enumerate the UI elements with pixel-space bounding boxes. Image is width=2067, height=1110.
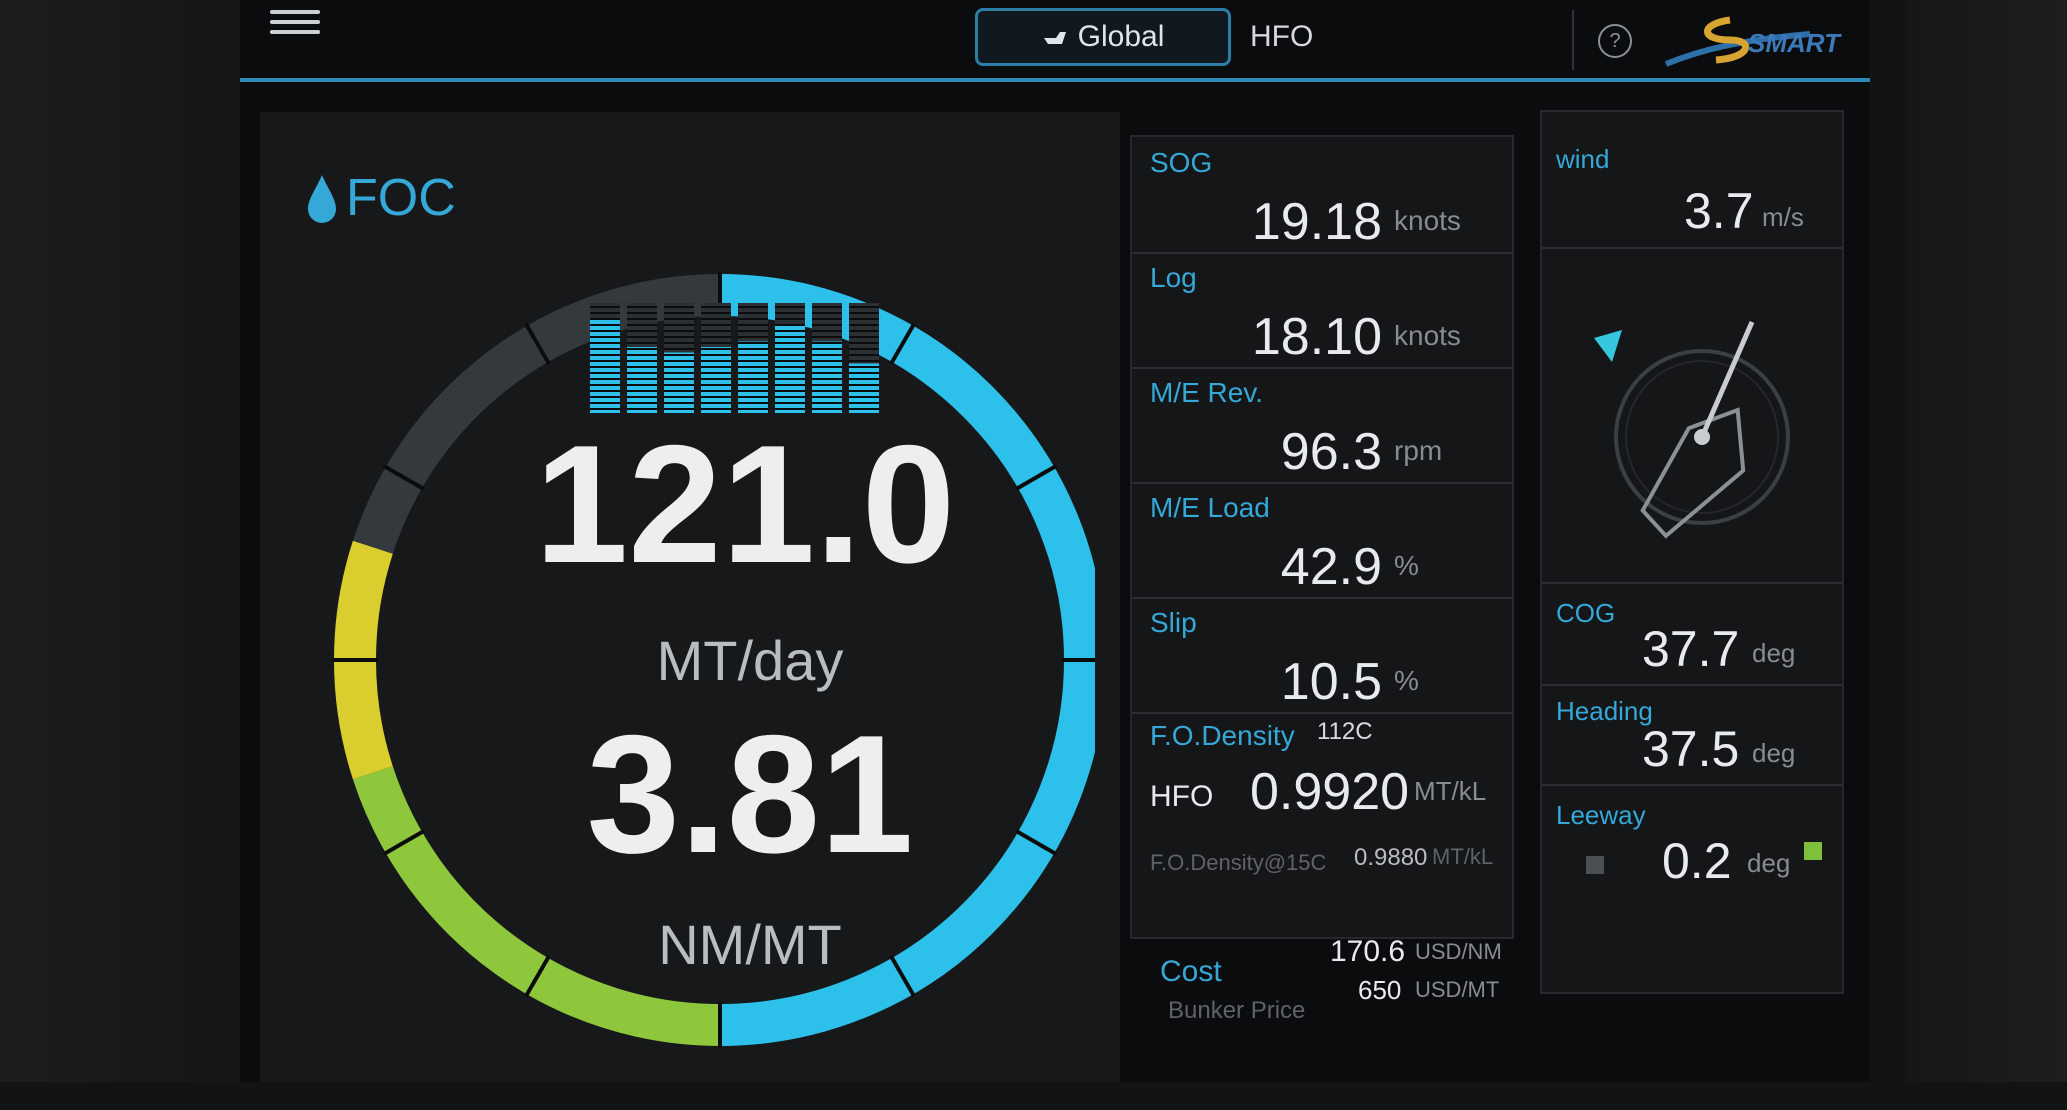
cog-unit: deg [1752, 638, 1796, 668]
metric-unit: knots [1394, 320, 1461, 351]
heading-row: Heading 37.5 deg [1542, 684, 1842, 786]
density-ref-value: 0.9880 [1354, 844, 1428, 871]
navigation-panel: wind 3.7 m/s COG 37.7 deg Heading 37.5 d… [1540, 110, 1844, 994]
metric-unit: % [1394, 665, 1419, 696]
metric-unit: % [1394, 550, 1419, 581]
efficiency-unit: NM/MT [658, 913, 842, 976]
wind-unit: m/s [1762, 202, 1804, 232]
ship-icon [1043, 32, 1066, 44]
top-bar: Global HFO ? SMART [240, 0, 1870, 82]
menu-icon[interactable] [270, 4, 320, 48]
metric-label: M/E Load [1150, 492, 1270, 523]
density-block: F.O.Density 112C HFO 0.9920 MT/kL F.O.De… [1132, 712, 1512, 937]
leeway-unit: deg [1747, 848, 1791, 878]
density-ref-unit: MT/kL [1432, 844, 1494, 869]
metrics-panel: SOG 19.18 knots Log 18.10 knots M/E Rev.… [1130, 135, 1514, 939]
metric-row-sog: SOG 19.18 knots [1132, 137, 1512, 254]
svg-text:SMART: SMART [1748, 28, 1842, 58]
leeway-label: Leeway [1556, 800, 1646, 830]
heading-label: Heading [1556, 696, 1653, 726]
heading-unit: deg [1752, 738, 1796, 768]
density-unit: MT/kL [1414, 776, 1487, 806]
divider [1572, 10, 1574, 70]
metric-value: 19.18 [1251, 193, 1382, 251]
density-value: 0.9920 [1250, 763, 1410, 821]
monitor-bezel-left [0, 0, 240, 1082]
monitor-bezel-right [1907, 0, 2067, 1082]
metric-row-slip: Slip 10.5 % [1132, 597, 1512, 714]
metric-value: 18.10 [1251, 308, 1382, 366]
consumption-unit: MT/day [656, 629, 844, 692]
metric-value: 42.9 [1280, 538, 1382, 596]
cog-value: 37.7 [1642, 621, 1740, 677]
wind-compass [1594, 321, 1790, 539]
history-bar [775, 325, 805, 413]
foc-history-bars [590, 303, 879, 413]
metric-row-log: Log 18.10 knots [1132, 252, 1512, 369]
cost-value: 170.6 [1330, 935, 1406, 968]
dashboard-screen: Global HFO ? SMART FOC 121.0 MT/day 3.81… [240, 0, 1870, 1082]
tab-global[interactable]: Global [975, 8, 1231, 66]
bunker-price-value: 650 [1358, 975, 1402, 1005]
metric-label: Slip [1150, 607, 1197, 638]
history-bar [849, 363, 879, 413]
metric-label: Log [1150, 262, 1197, 293]
leeway-value: 0.2 [1662, 833, 1732, 889]
header-underline [240, 78, 1870, 82]
help-button[interactable]: ? [1598, 24, 1632, 58]
bunker-price-unit: USD/MT [1415, 977, 1500, 1002]
cost-panel: Cost 170.6 USD/NM Bunker Price 650 USD/M… [1130, 935, 1510, 1045]
consumption-value: 121.0 [534, 410, 956, 598]
metric-row-me-load: M/E Load 42.9 % [1132, 482, 1512, 599]
tab-hfo[interactable]: HFO [1250, 20, 1313, 54]
wind-label: wind [1556, 144, 1610, 174]
density-label: F.O.Density [1150, 720, 1295, 751]
density-temp: 112C [1317, 718, 1373, 745]
metric-unit: rpm [1394, 435, 1443, 466]
wind-value: 3.7 [1684, 183, 1754, 239]
bunker-price-label: Bunker Price [1168, 997, 1306, 1024]
density-ref-label: F.O.Density@15C [1150, 850, 1327, 875]
metric-label: SOG [1150, 147, 1213, 178]
metric-label: M/E Rev. [1150, 377, 1264, 408]
wind-row: wind 3.7 m/s [1542, 112, 1842, 249]
cog-label: COG [1556, 598, 1616, 628]
leeway-row: Leeway 0.2 deg [1542, 786, 1842, 896]
cost-label: Cost [1160, 955, 1222, 988]
metric-value: 96.3 [1280, 423, 1382, 481]
tab-global-label: Global [1077, 20, 1165, 53]
metric-unit: knots [1394, 205, 1461, 236]
cost-unit: USD/NM [1415, 939, 1502, 964]
cog-row: COG 37.7 deg [1542, 582, 1842, 686]
heading-value: 37.5 [1642, 721, 1740, 777]
brand-logo: SMART [1664, 16, 1842, 67]
efficiency-value: 3.81 [586, 700, 914, 888]
metric-value: 10.5 [1280, 653, 1382, 711]
metric-row-me-rev: M/E Rev. 96.3 rpm [1132, 367, 1512, 484]
leeway-port-indicator [1586, 856, 1604, 874]
density-fuel: HFO [1150, 780, 1214, 813]
leeway-starboard-indicator [1804, 842, 1822, 860]
